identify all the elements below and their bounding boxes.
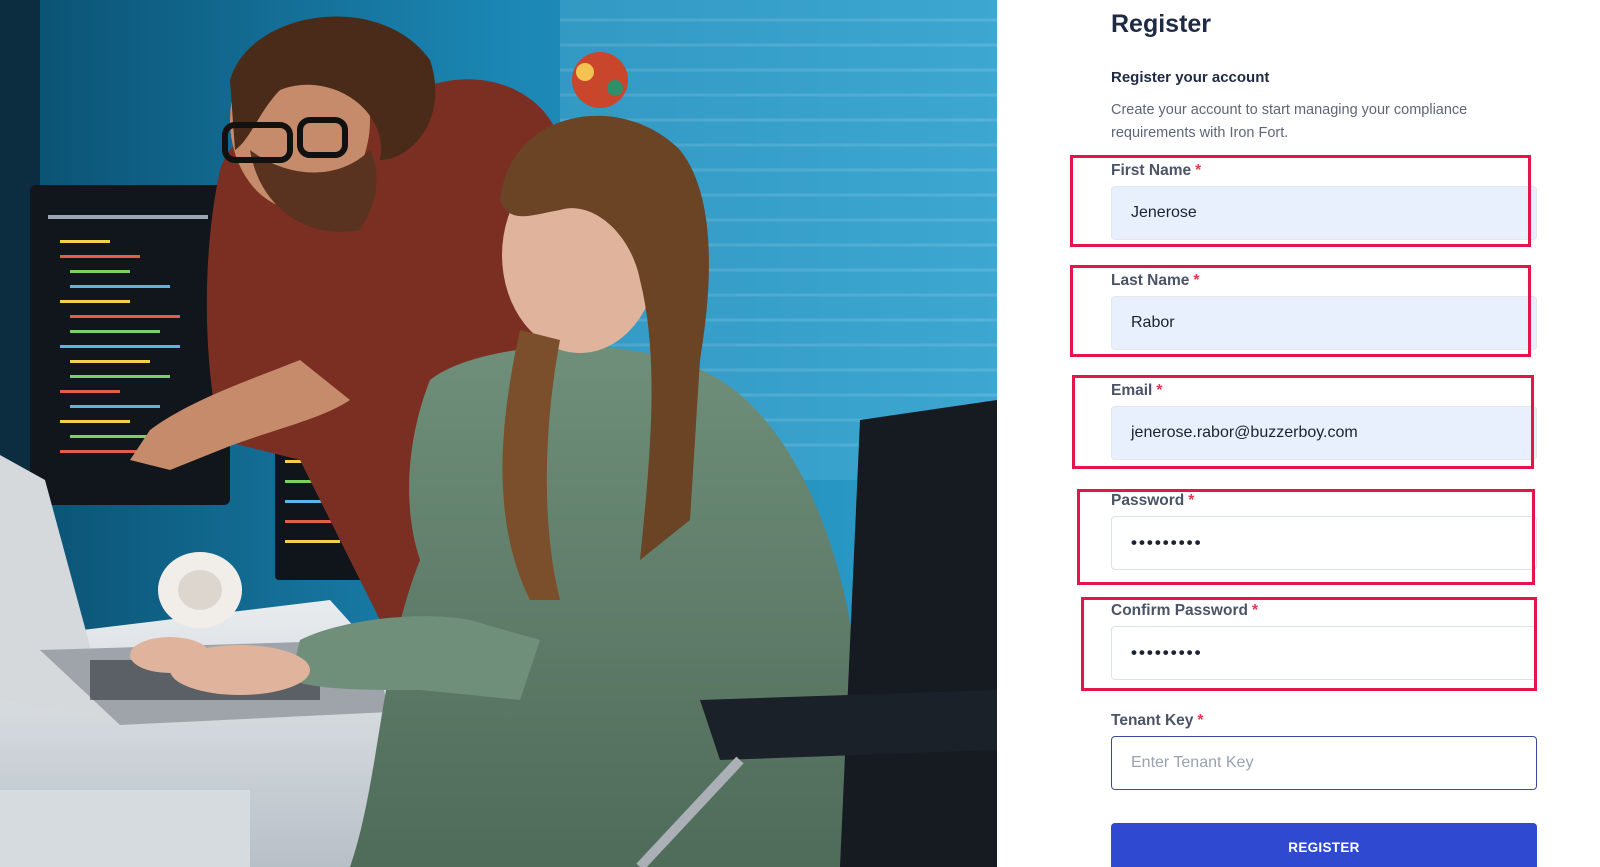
last-name-field: Last Name * Rabor [1111,270,1537,350]
register-page: Register Register your account Create yo… [0,0,1600,867]
tenant-key-label-text: Tenant Key [1111,712,1194,729]
register-button[interactable]: REGISTER [1111,823,1537,867]
email-input[interactable]: jenerose.rabor@buzzerboy.com [1111,406,1537,460]
password-field: Password * ••••••••• [1111,490,1537,570]
required-marker: * [1197,712,1204,729]
register-panel: Register Register your account Create yo… [997,0,1600,867]
first-name-label-text: First Name [1111,162,1192,179]
password-label-text: Password [1111,492,1185,509]
required-marker: * [1195,162,1202,179]
email-label: Email * [1111,380,1537,402]
confirm-password-value: ••••••••• [1131,643,1203,662]
required-marker: * [1193,272,1200,289]
email-label-text: Email [1111,382,1153,399]
first-name-value: Jenerose [1131,204,1197,221]
confirm-password-label-text: Confirm Password [1111,602,1248,619]
tenant-key-field: Tenant Key * [1111,710,1537,790]
email-field: Email * jenerose.rabor@buzzerboy.com [1111,380,1537,460]
hero-photo-illustration [0,0,997,867]
first-name-label: First Name * [1111,160,1537,182]
first-name-field: First Name * Jenerose [1111,160,1537,240]
first-name-input[interactable]: Jenerose [1111,186,1537,240]
last-name-value: Rabor [1131,314,1175,331]
password-value: ••••••••• [1131,533,1203,552]
tenant-key-input[interactable] [1131,754,1517,772]
hero-photo [0,0,997,867]
email-value: jenerose.rabor@buzzerboy.com [1131,424,1358,441]
required-marker: * [1188,492,1195,509]
page-title: Register [1111,10,1212,38]
password-input[interactable]: ••••••••• [1111,516,1537,570]
last-name-label: Last Name * [1111,270,1537,292]
last-name-label-text: Last Name [1111,272,1190,289]
required-marker: * [1251,602,1258,619]
tenant-key-label: Tenant Key * [1111,710,1537,732]
tenant-key-input-box[interactable] [1111,736,1537,790]
password-label: Password * [1111,490,1537,512]
confirm-password-field: Confirm Password * ••••••••• [1111,600,1537,680]
confirm-password-input[interactable]: ••••••••• [1111,626,1537,680]
last-name-input[interactable]: Rabor [1111,296,1537,350]
confirm-password-label: Confirm Password * [1111,600,1537,622]
form-description: Create your account to start managing yo… [1111,102,1468,141]
form-subtitle: Register your account [1111,69,1270,86]
required-marker: * [1156,382,1163,399]
